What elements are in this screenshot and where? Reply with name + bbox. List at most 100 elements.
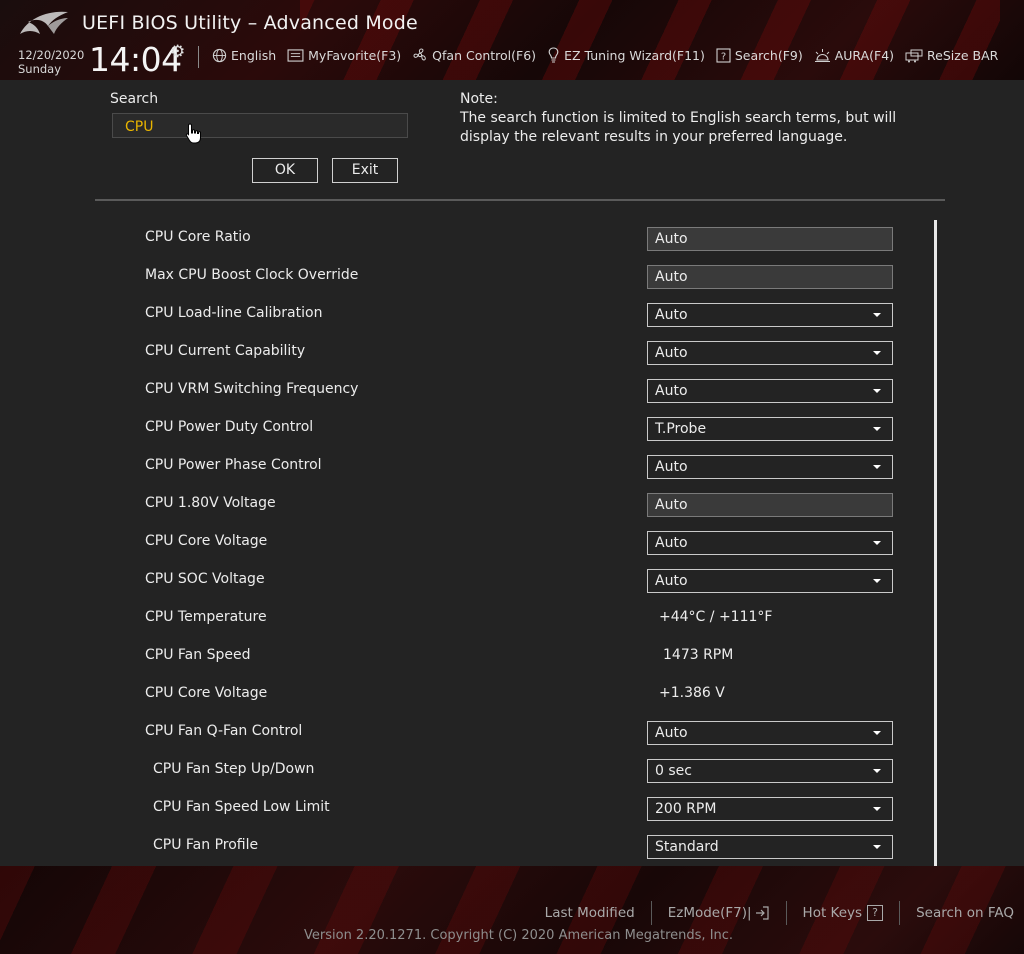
- result-row: CPU VRM Switching Frequency Auto: [0, 372, 930, 410]
- clock-settings-gear-icon[interactable]: ⚙: [170, 42, 185, 62]
- setting-field[interactable]: Auto: [647, 493, 893, 517]
- ok-button[interactable]: OK: [252, 158, 318, 183]
- result-label: CPU Fan Q-Fan Control: [145, 723, 303, 739]
- nav-myfavorite[interactable]: MyFavorite(F3): [287, 47, 401, 63]
- search-faq-link[interactable]: Search on FAQ: [916, 905, 1014, 921]
- date-display: 12/20/2020 Sunday: [18, 48, 84, 76]
- setting-dropdown[interactable]: Standard: [647, 835, 893, 859]
- dropdown-arrow-icon: [873, 351, 881, 355]
- result-label: CPU SOC Voltage: [145, 571, 265, 587]
- nav-aura[interactable]: AURA(F4): [814, 47, 894, 63]
- dropdown-value: Auto: [655, 345, 688, 361]
- result-label: CPU Fan Speed: [145, 647, 251, 663]
- result-row: CPU 1.80V Voltage Auto: [0, 486, 930, 524]
- date-text: 12/20/2020: [18, 48, 85, 62]
- cpu-temperature-readout: +44°C / +111°F: [659, 609, 773, 625]
- result-label: CPU VRM Switching Frequency: [145, 381, 359, 397]
- dropdown-value: Auto: [655, 725, 688, 741]
- dropdown-arrow-icon: [873, 465, 881, 469]
- ezmode-link[interactable]: EzMode(F7)|: [668, 905, 770, 921]
- setting-dropdown[interactable]: Auto: [647, 379, 893, 403]
- result-row: CPU Current Capability Auto: [0, 334, 930, 372]
- result-label: CPU Power Phase Control: [145, 457, 322, 473]
- dropdown-value: Auto: [655, 383, 688, 399]
- section-divider: [95, 199, 945, 201]
- result-row: CPU Fan Speed Low Limit 200 RPM: [0, 790, 930, 828]
- search-results-list: CPU Core Ratio Auto Max CPU Boost Clock …: [0, 220, 1024, 866]
- result-label: CPU Power Duty Control: [145, 419, 314, 435]
- svg-text:?: ?: [721, 51, 726, 62]
- nav-resize-bar[interactable]: ReSize BAR: [905, 47, 998, 63]
- day-text: Sunday: [18, 62, 62, 76]
- setting-dropdown[interactable]: Auto: [647, 455, 893, 479]
- app-title: UEFI BIOS Utility – Advanced Mode: [82, 12, 418, 34]
- setting-dropdown[interactable]: Auto: [647, 721, 893, 745]
- aura-icon: [814, 48, 830, 62]
- dropdown-value: Auto: [655, 573, 688, 589]
- mouse-hand-cursor-icon: [185, 123, 201, 144]
- fan-icon: [413, 48, 426, 61]
- result-row: CPU Power Duty Control T.Probe: [0, 410, 930, 448]
- result-label: CPU Fan Step Up/Down: [153, 761, 315, 777]
- rog-logo-icon: [20, 11, 68, 34]
- footer-bar: Last Modified EzMode(F7)| Hot Keys ? Sea…: [0, 866, 1024, 954]
- dropdown-value: Auto: [655, 535, 688, 551]
- favorite-icon: [287, 48, 304, 62]
- dropdown-value: Standard: [655, 839, 719, 855]
- result-label: CPU Core Voltage: [145, 533, 268, 549]
- nav-qfan-label: Qfan Control(F6): [432, 47, 537, 63]
- result-row: CPU Core Voltage Auto: [0, 524, 930, 562]
- exit-arrow-icon: [755, 906, 769, 920]
- result-label: CPU 1.80V Voltage: [145, 495, 276, 511]
- search-input[interactable]: CPU: [112, 113, 408, 138]
- result-row: CPU Fan Profile Standard: [0, 828, 930, 866]
- nav-qfan-control[interactable]: Qfan Control(F6): [412, 47, 536, 63]
- dropdown-arrow-icon: [873, 731, 881, 735]
- header-divider: [198, 46, 199, 68]
- result-row: CPU Fan Q-Fan Control Auto: [0, 714, 930, 752]
- setting-dropdown[interactable]: Auto: [647, 569, 893, 593]
- setting-dropdown[interactable]: 200 RPM: [647, 797, 893, 821]
- version-text: Version 2.20.1271. Copyright (C) 2020 Am…: [304, 928, 734, 943]
- nav-language[interactable]: English: [212, 47, 276, 63]
- globe-icon: [212, 48, 227, 62]
- result-row: CPU SOC Voltage Auto: [0, 562, 930, 600]
- result-row: CPU Fan Step Up/Down 0 sec: [0, 752, 930, 790]
- setting-dropdown[interactable]: T.Probe: [647, 417, 893, 441]
- resize-bar-icon: [905, 49, 923, 62]
- nav-ez-tuning-wizard[interactable]: EZ Tuning Wizard(F11): [547, 47, 705, 63]
- result-label: CPU Load-line Calibration: [145, 305, 323, 321]
- setting-dropdown[interactable]: Auto: [647, 531, 893, 555]
- footer-divider: [785, 901, 787, 925]
- search-label: Search: [110, 91, 159, 107]
- hot-keys-question-icon: ?: [867, 905, 884, 921]
- cpu-core-voltage-readout: +1.386 V: [659, 685, 725, 701]
- nav-search[interactable]: ? Search(F9): [716, 47, 803, 63]
- footer-divider: [650, 901, 652, 925]
- hot-keys-link[interactable]: Hot Keys ?: [803, 905, 884, 921]
- setting-dropdown[interactable]: 0 sec: [647, 759, 893, 783]
- note-body: The search function is limited to Englis…: [460, 110, 897, 145]
- dropdown-arrow-icon: [873, 313, 881, 317]
- setting-dropdown[interactable]: Auto: [647, 341, 893, 365]
- top-navigation: English MyFavorite(F3) Qfan Control(F6) …: [212, 47, 1009, 63]
- result-row: CPU Temperature +44°C / +111°F: [0, 600, 930, 638]
- setting-field[interactable]: Auto: [647, 227, 893, 251]
- nav-myfavorite-label: MyFavorite(F3): [308, 47, 402, 63]
- result-row: CPU Power Phase Control Auto: [0, 448, 930, 486]
- nav-search-label: Search(F9): [734, 47, 803, 63]
- nav-language-label: English: [231, 47, 277, 63]
- result-row: Max CPU Boost Clock Override Auto: [0, 258, 930, 296]
- footer-divider: [899, 901, 901, 925]
- setting-dropdown[interactable]: Auto: [647, 303, 893, 327]
- dropdown-value: Auto: [655, 459, 688, 475]
- last-modified-link[interactable]: Last Modified: [545, 905, 635, 921]
- setting-field[interactable]: Auto: [647, 265, 893, 289]
- nav-resize-bar-label: ReSize BAR: [927, 47, 999, 63]
- nav-ez-tuning-label: EZ Tuning Wizard(F11): [564, 47, 705, 63]
- dropdown-arrow-icon: [873, 579, 881, 583]
- cpu-fan-speed-readout: 1473 RPM: [663, 647, 734, 663]
- dropdown-value: 200 RPM: [655, 801, 717, 817]
- results-scrollbar[interactable]: [934, 220, 937, 866]
- exit-button[interactable]: Exit: [332, 158, 398, 183]
